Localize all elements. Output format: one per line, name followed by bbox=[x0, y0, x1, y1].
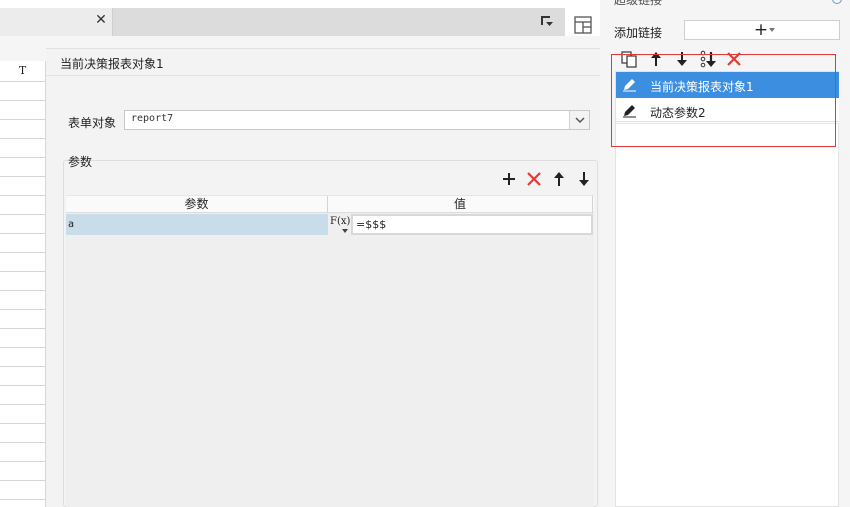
grid-row-line bbox=[0, 480, 45, 481]
move-down-icon[interactable] bbox=[575, 170, 593, 188]
params-table-header: 参数 值 bbox=[66, 195, 594, 213]
param-name-cell[interactable]: a bbox=[66, 214, 328, 235]
form-object-select[interactable]: report7 bbox=[124, 110, 590, 130]
form-object-label: 表单对象 bbox=[68, 116, 117, 130]
tab-bar-empty bbox=[113, 8, 565, 36]
grid-row-line bbox=[0, 499, 45, 500]
params-title: 参数 bbox=[68, 155, 93, 169]
params-table-body: a F(x) =$$$ bbox=[66, 213, 594, 507]
grid-row-line bbox=[0, 328, 45, 329]
add-link-label: 添加链接 bbox=[614, 26, 663, 40]
grid-row-line bbox=[0, 252, 45, 253]
grid-row-line bbox=[0, 309, 45, 310]
dialog-title: 当前决策报表对象1 bbox=[60, 57, 164, 71]
grid-row-line bbox=[0, 81, 45, 82]
grid-row-line bbox=[0, 271, 45, 272]
param-value-input[interactable]: =$$$ bbox=[351, 214, 593, 235]
caret-down-icon bbox=[769, 28, 775, 32]
highlight-annotation bbox=[611, 54, 836, 147]
grid-row-line bbox=[0, 366, 45, 367]
caret-down-icon bbox=[342, 229, 348, 233]
grid-row-line bbox=[0, 138, 45, 139]
grid-row-line bbox=[0, 290, 45, 291]
add-icon[interactable] bbox=[500, 170, 518, 188]
grid-row-line bbox=[0, 214, 45, 215]
dropdown-arrow-icon[interactable] bbox=[569, 111, 589, 129]
grid-row-line bbox=[0, 119, 45, 120]
column-header-param: 参数 bbox=[66, 196, 328, 213]
grid-row-line bbox=[0, 176, 45, 177]
column-header-value: 值 bbox=[328, 196, 593, 213]
divider bbox=[46, 75, 612, 76]
plus-icon: + bbox=[753, 20, 769, 40]
formula-button[interactable]: F(x) bbox=[330, 214, 350, 235]
layout-icon[interactable] bbox=[573, 15, 593, 35]
grid-row-line bbox=[0, 461, 45, 462]
panel-title: 超级链接 bbox=[614, 0, 663, 7]
grid-row-line bbox=[0, 423, 45, 424]
move-up-icon[interactable] bbox=[550, 170, 568, 188]
delete-icon[interactable] bbox=[525, 170, 543, 188]
form-object-value: report7 bbox=[131, 113, 174, 124]
grid-row-line bbox=[0, 347, 45, 348]
tab-menu-icon[interactable] bbox=[540, 14, 554, 28]
formula-icon: F(x) bbox=[330, 216, 351, 227]
grid-row-line bbox=[0, 100, 45, 101]
spreadsheet-grid[interactable]: T bbox=[0, 61, 46, 507]
grid-row-line bbox=[0, 385, 45, 386]
column-header: T bbox=[18, 64, 27, 77]
grid-row-line bbox=[0, 404, 45, 405]
add-link-button[interactable]: + bbox=[684, 20, 840, 40]
grid-row-line bbox=[0, 442, 45, 443]
tab-close-icon[interactable]: ✕ bbox=[94, 12, 108, 28]
grid-row-line bbox=[0, 157, 45, 158]
grid-row-line bbox=[0, 233, 45, 234]
grid-row-line bbox=[0, 195, 45, 196]
